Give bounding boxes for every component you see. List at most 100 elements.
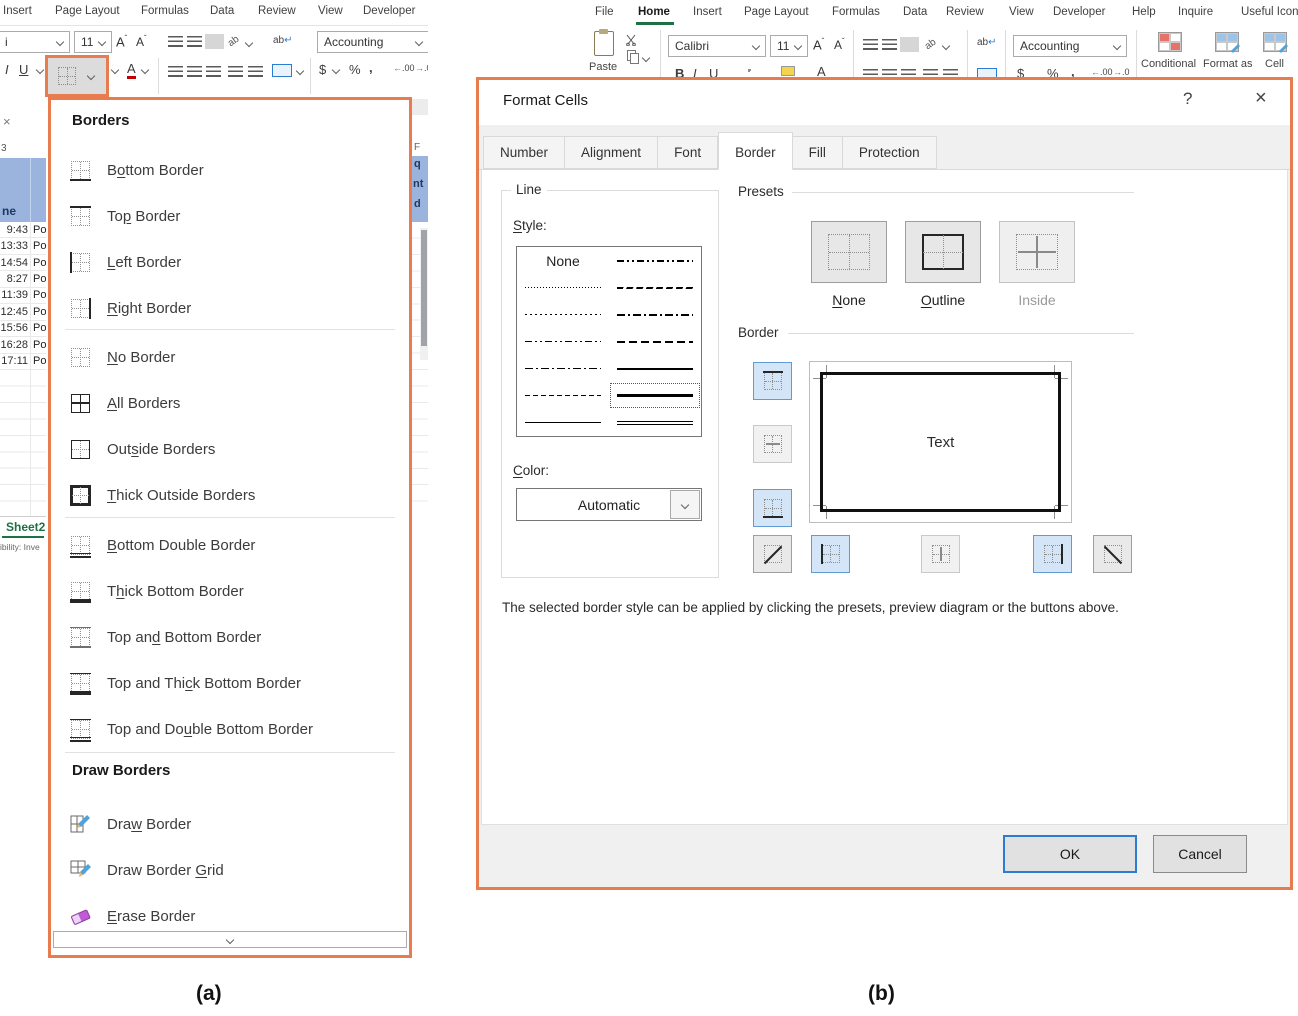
- chevron-down-icon[interactable]: [141, 66, 149, 74]
- format-as-table-icon[interactable]: [1215, 32, 1239, 52]
- number-format-combo[interactable]: Accounting: [1013, 35, 1127, 57]
- scrollbar-track[interactable]: [420, 228, 428, 360]
- increase-decimal-button[interactable]: ←.00: [1091, 67, 1113, 77]
- table-row[interactable]: 12:45Po: [0, 304, 46, 320]
- menu-item-draw-border-grid[interactable]: Draw Border Grid: [51, 847, 405, 893]
- tab-developer[interactable]: Developer: [1053, 6, 1105, 18]
- paste-label[interactable]: Paste: [589, 61, 617, 73]
- cut-icon[interactable]: [625, 33, 637, 51]
- cancel-button[interactable]: Cancel: [1153, 835, 1247, 873]
- menu-item-all-borders[interactable]: All Borders: [51, 380, 405, 426]
- tab-review[interactable]: Review: [946, 6, 984, 18]
- align-middle-button[interactable]: [187, 36, 202, 47]
- font-size-combo[interactable]: 11: [770, 35, 808, 57]
- line-style-dash-dot-dot[interactable]: [517, 328, 609, 355]
- wrap-text-button[interactable]: ab↵: [977, 37, 997, 48]
- border-top-button[interactable]: [753, 362, 792, 400]
- tab-inquire[interactable]: Inquire: [1178, 6, 1213, 18]
- menu-scroll-down-button[interactable]: [53, 931, 407, 948]
- menu-item-right-border[interactable]: Right Border: [51, 285, 405, 331]
- chevron-down-icon[interactable]: [296, 67, 304, 75]
- line-style-slant-dash[interactable]: [609, 274, 701, 301]
- cell-styles-icon[interactable]: [1263, 32, 1287, 52]
- align-center-button[interactable]: [187, 66, 202, 77]
- align-top-button[interactable]: [168, 36, 183, 47]
- shrink-font-button[interactable]: Aˇ: [834, 37, 845, 52]
- tab-border[interactable]: Border: [718, 132, 793, 170]
- preset-outline-button[interactable]: [905, 221, 981, 283]
- menu-item-thick-outside-borders[interactable]: Thick Outside Borders: [51, 472, 405, 518]
- conditional-formatting-label[interactable]: Conditional: [1141, 58, 1196, 70]
- table-row[interactable]: 13:33Po: [0, 238, 46, 254]
- scrollbar-thumb[interactable]: [421, 230, 427, 346]
- chevron-down-icon[interactable]: [332, 66, 340, 74]
- number-format-combo[interactable]: Accounting: [317, 31, 428, 53]
- table-row[interactable]: 17:11Po: [0, 354, 46, 370]
- line-style-hairline[interactable]: [517, 274, 609, 301]
- menu-item-bottom-double-border[interactable]: Bottom Double Border: [51, 522, 405, 568]
- tab-insert[interactable]: Insert: [693, 6, 722, 18]
- table-row[interactable]: 11:39Po: [0, 288, 46, 304]
- currency-button[interactable]: $: [319, 62, 326, 77]
- menu-item-outside-borders[interactable]: Outside Borders: [51, 426, 405, 472]
- line-style-listbox[interactable]: None: [516, 246, 702, 437]
- line-style-thin[interactable]: [517, 409, 609, 436]
- table-row[interactable]: 14:54Po: [0, 255, 46, 271]
- preset-none-button[interactable]: [811, 221, 887, 283]
- tab-useful-icon[interactable]: Useful Icon: [1241, 6, 1298, 18]
- orientation-button[interactable]: ab: [923, 37, 938, 52]
- tab-protection[interactable]: Protection: [843, 136, 937, 169]
- font-name-combo[interactable]: i: [0, 31, 70, 53]
- increase-indent-button[interactable]: [248, 66, 263, 77]
- shrink-font-button[interactable]: Aˇ: [136, 34, 147, 49]
- line-style-thick-selected[interactable]: [609, 382, 701, 409]
- format-as-table-label[interactable]: Format as: [1203, 58, 1253, 70]
- table-row[interactable]: 16:28Po: [0, 337, 46, 353]
- table-row[interactable]: 8:27Po: [0, 271, 46, 287]
- line-style-medium-dash-dot[interactable]: [609, 301, 701, 328]
- merge-center-button[interactable]: [272, 64, 292, 77]
- grow-font-button[interactable]: Aˆ: [116, 34, 127, 49]
- tab-data[interactable]: Data: [210, 5, 234, 17]
- tab-view[interactable]: View: [318, 5, 343, 17]
- conditional-formatting-icon[interactable]: [1158, 32, 1182, 52]
- tab-page-layout[interactable]: Page Layout: [55, 5, 120, 17]
- font-name-combo[interactable]: Calibri: [668, 35, 766, 57]
- tab-file[interactable]: File: [595, 6, 614, 18]
- decrease-decimal-button[interactable]: →.0: [1113, 67, 1130, 77]
- border-left-button[interactable]: [811, 535, 850, 573]
- tab-view[interactable]: View: [1009, 6, 1034, 18]
- chevron-down-icon[interactable]: [111, 66, 119, 74]
- tab-number[interactable]: Number: [483, 136, 565, 169]
- tab-insert[interactable]: Insert: [3, 5, 32, 17]
- menu-item-top-and-bottom-border[interactable]: Top and Bottom Border: [51, 614, 405, 660]
- tab-data[interactable]: Data: [903, 6, 927, 18]
- close-icon[interactable]: ×: [3, 114, 11, 129]
- increase-decimal-button[interactable]: ←.00: [393, 63, 415, 73]
- tab-developer[interactable]: Developer: [363, 5, 415, 17]
- menu-item-bottom-border[interactable]: Bottom Border: [51, 147, 405, 193]
- tab-alignment[interactable]: Alignment: [565, 136, 658, 169]
- font-color-button[interactable]: A: [127, 61, 136, 79]
- border-right-button[interactable]: [1033, 535, 1072, 573]
- align-middle-button[interactable]: [882, 39, 897, 50]
- sheet-tab-sheet2[interactable]: Sheet2: [6, 520, 45, 534]
- align-bottom-button[interactable]: [900, 37, 919, 52]
- copy-icon[interactable]: [627, 50, 636, 61]
- border-preview[interactable]: Text: [809, 361, 1072, 523]
- line-style-medium-dashed[interactable]: [609, 328, 701, 355]
- close-icon[interactable]: ×: [1255, 87, 1267, 110]
- align-left-button[interactable]: [168, 66, 183, 77]
- italic-button[interactable]: I: [5, 62, 9, 77]
- color-dropdown-button[interactable]: [670, 490, 700, 519]
- menu-item-left-border[interactable]: Left Border: [51, 239, 405, 285]
- grow-font-button[interactable]: Aˆ: [813, 37, 824, 52]
- chevron-down-icon[interactable]: [245, 39, 253, 47]
- table-row[interactable]: 9:43Po: [0, 222, 46, 238]
- border-diagonal-down-button[interactable]: [1093, 535, 1132, 573]
- align-top-button[interactable]: [863, 39, 878, 50]
- table-row[interactable]: 15:56Po: [0, 321, 46, 337]
- chevron-down-icon[interactable]: [642, 54, 650, 62]
- tab-review[interactable]: Review: [258, 5, 296, 17]
- color-dropdown[interactable]: Automatic: [516, 488, 702, 521]
